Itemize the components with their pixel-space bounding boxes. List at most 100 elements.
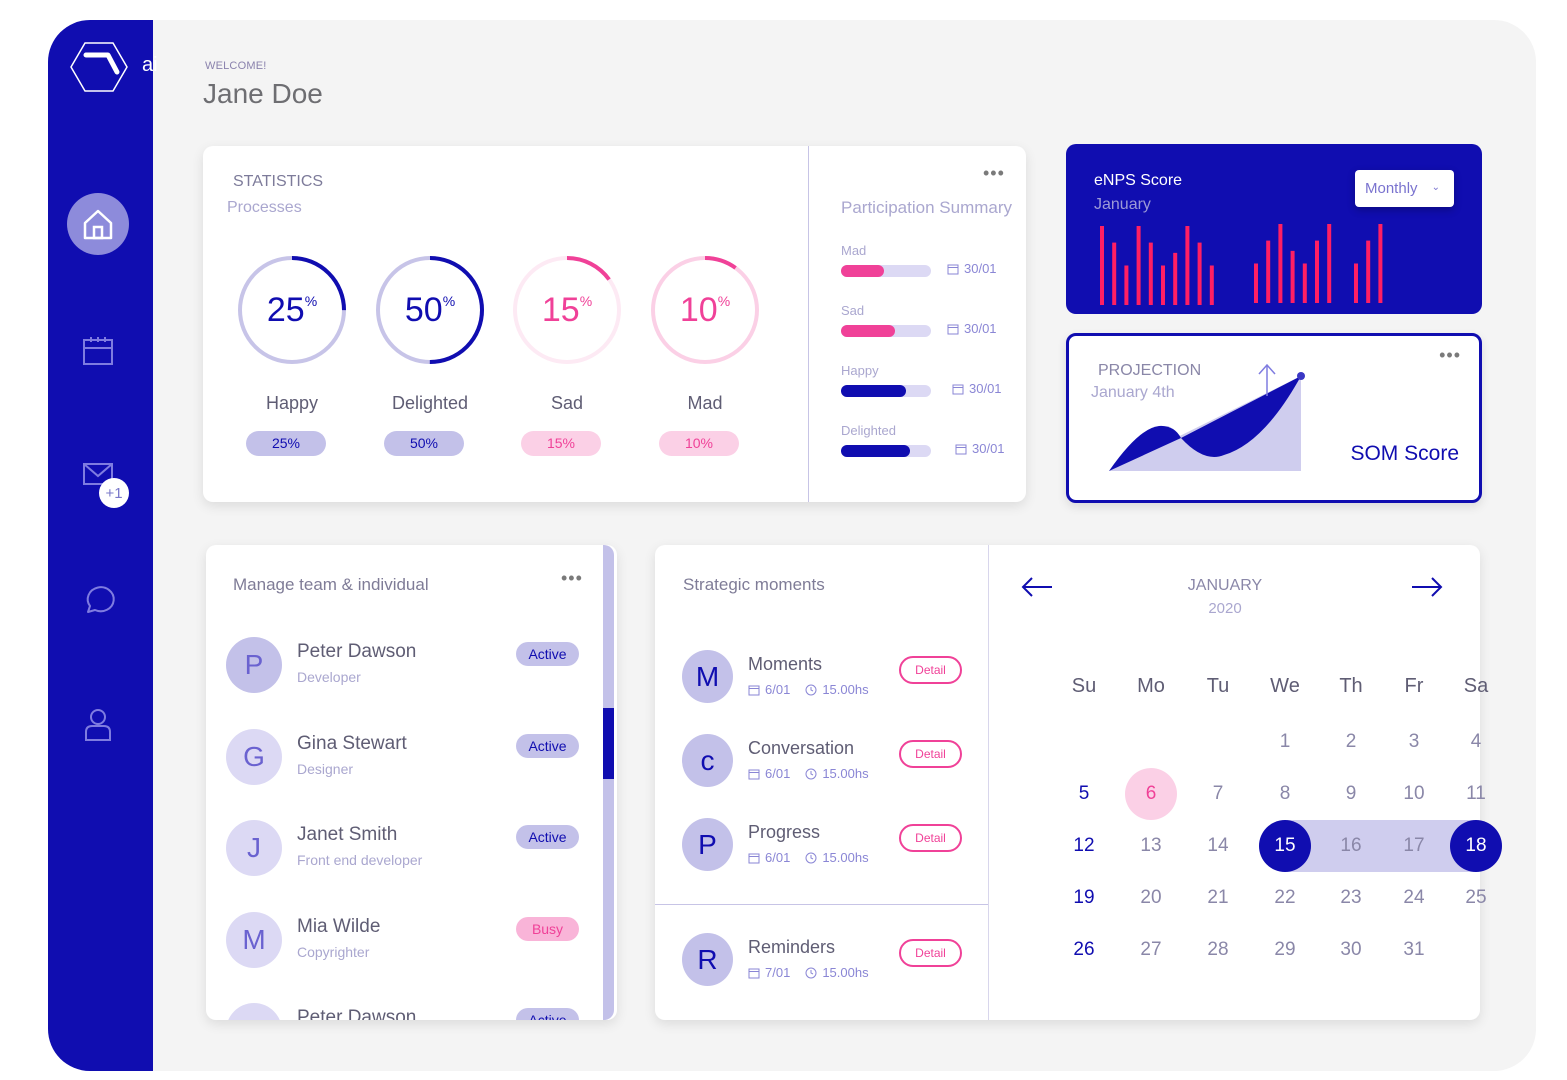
team-member-row[interactable]: M Mia Wilde Copyrighter Busy [226, 911, 586, 972]
member-name: Peter Dawson [297, 641, 417, 662]
calendar-day-selected[interactable]: 18 [1450, 820, 1502, 872]
calendar-day[interactable]: 16 [1325, 820, 1377, 872]
projection-point [1297, 372, 1305, 380]
statistics-card: STATISTICS Processes 25% Happy 25% 50% Delig… [203, 146, 1026, 502]
prev-month-arrow-icon[interactable] [1020, 575, 1054, 599]
strategic-calendar-card: Strategic moments M Moments 6/01 15.00hs Det… [655, 545, 1502, 1020]
calendar-day[interactable]: 24 [1388, 872, 1440, 924]
enps-bar [1254, 263, 1258, 303]
detail-button[interactable]: Detail [899, 824, 962, 852]
moment-date: 6/01 [765, 766, 791, 781]
participation-progress-bar [841, 385, 931, 397]
calendar-day[interactable]: 2 [1325, 716, 1377, 768]
enps-bar [1136, 226, 1141, 305]
calendar-day[interactable]: 12 [1058, 820, 1110, 872]
team-card: Manage team & individual ••• P Peter Daws… [206, 545, 617, 1020]
detail-button[interactable]: Detail [899, 939, 962, 967]
scrollbar-thumb[interactable] [603, 708, 614, 779]
scrollbar-track[interactable] [603, 545, 614, 1020]
calendar-day[interactable]: 10 [1388, 768, 1440, 820]
avatar: P [226, 637, 282, 693]
selected-range-band [1285, 820, 1476, 872]
logo[interactable]: ai [68, 38, 158, 98]
calendar-day[interactable]: 13 [1125, 820, 1177, 872]
weekday-header: We [1270, 675, 1300, 697]
moment-name: Conversation [748, 738, 855, 758]
calendar-day[interactable]: 4 [1450, 716, 1502, 768]
logo-suffix: ai [142, 54, 158, 76]
calendar-day[interactable]: 21 [1192, 872, 1244, 924]
sidebar-item-home[interactable] [67, 193, 129, 255]
calendar-day[interactable]: 20 [1125, 872, 1177, 924]
weekday-header: Sa [1463, 675, 1489, 697]
avatar: G [226, 728, 282, 785]
calendar-day[interactable]: 26 [1058, 924, 1110, 976]
moment-time: 15.00hs [822, 766, 869, 781]
moment-avatar: R [682, 933, 733, 986]
calendar-day[interactable]: 28 [1192, 924, 1244, 976]
calendar-day[interactable]: 9 [1325, 768, 1377, 820]
sidebar-item-calendar[interactable] [67, 320, 129, 382]
calendar-day[interactable]: 23 [1325, 872, 1377, 924]
moment-time: 15.00hs [822, 850, 869, 865]
moment-time: 15.00hs [822, 965, 869, 980]
participation-label: Sad [841, 303, 865, 318]
sidebar-item-profile[interactable] [67, 693, 129, 755]
team-member-row[interactable]: P Peter Dawson Developer Active [226, 637, 586, 697]
team-member-row[interactable]: PPeter DawsonDeveloperActive [226, 1003, 586, 1020]
status-badge: Active [516, 642, 579, 666]
moment-avatar: M [682, 650, 733, 703]
team-member-row[interactable]: J Janet Smith Front end developer Active [226, 820, 586, 880]
enps-bar [1148, 242, 1153, 305]
calendar-day[interactable]: 29 [1259, 924, 1311, 976]
member-role: Developer [297, 669, 361, 685]
next-month-arrow-icon[interactable] [1410, 575, 1444, 599]
weekday-header: Su [1071, 675, 1097, 697]
clock-icon [805, 684, 817, 695]
calendar-day[interactable]: 7 [1192, 768, 1244, 820]
enps-bar [1161, 265, 1165, 305]
more-options-icon[interactable]: ••• [561, 569, 583, 587]
calendar-day[interactable]: 5 [1058, 768, 1110, 820]
strategic-moment-row: P Progress 6/01 15.00hs Detail [682, 818, 982, 874]
participation-progress-fill [841, 445, 911, 457]
enps-bar [1315, 240, 1319, 303]
calendar-day[interactable]: 3 [1388, 716, 1440, 768]
calendar-day[interactable]: 25 [1450, 872, 1502, 924]
weekday-header: Mo [1137, 675, 1165, 697]
ring-value-unit: % [717, 293, 731, 309]
sidebar: ai +1 [48, 20, 158, 1071]
calendar-day[interactable]: 30 [1325, 924, 1377, 976]
participation-date: 30/01 [947, 261, 997, 276]
chevron-down-icon: ⌄ [1431, 182, 1440, 193]
enps-card: eNPS Score January Monthly ⌄ [1066, 144, 1482, 314]
calendar-day[interactable]: 17 [1388, 820, 1440, 872]
participation-progress-fill [841, 265, 885, 277]
status-badge: Busy [516, 916, 579, 941]
calendar-day[interactable]: 8 [1259, 768, 1311, 820]
participation-row: Happy 30/01 [841, 363, 1021, 397]
calendar-day[interactable]: 11 [1450, 768, 1502, 820]
more-options-icon[interactable]: ••• [983, 164, 1005, 182]
participation-label: Mad [841, 243, 867, 258]
calendar-day[interactable]: 19 [1058, 872, 1110, 924]
detail-button[interactable]: Detail [899, 656, 962, 684]
calendar-day-today[interactable]: 6 [1125, 768, 1177, 820]
sidebar-item-chat[interactable] [67, 569, 129, 631]
more-options-icon[interactable]: ••• [1439, 346, 1461, 364]
calendar-day[interactable]: 14 [1192, 820, 1244, 872]
participation-progress-bar [841, 445, 931, 457]
calendar-day[interactable]: 22 [1259, 872, 1311, 924]
calendar-day[interactable]: 1 [1259, 716, 1311, 768]
detail-button[interactable]: Detail [899, 740, 962, 768]
stat-label: Sad [550, 393, 584, 413]
period-select[interactable]: Monthly ⌄ [1355, 170, 1454, 207]
stat-pill: 50% [384, 431, 464, 456]
team-member-row[interactable]: G Gina Stewart Designer Active [226, 728, 586, 789]
calendar-day-selected[interactable]: 15 [1259, 820, 1311, 872]
strategic-title: Strategic moments [683, 575, 825, 594]
participation-date-text: 30/01 [972, 441, 1005, 456]
participation-label: Happy [841, 363, 879, 378]
calendar-day[interactable]: 27 [1125, 924, 1177, 976]
calendar-day[interactable]: 31 [1388, 924, 1440, 976]
